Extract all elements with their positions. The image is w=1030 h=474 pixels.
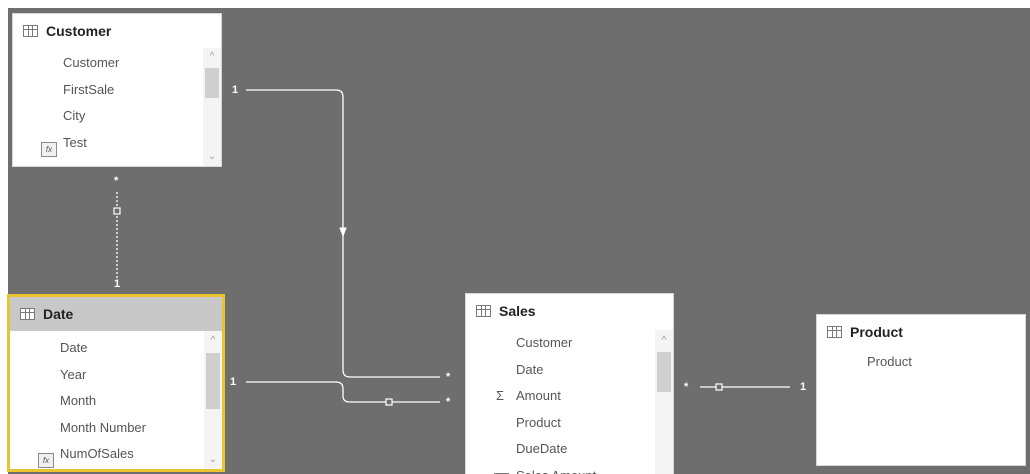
field-customer[interactable]: Customer xyxy=(466,330,655,357)
cardinality-many-label: * xyxy=(684,381,689,393)
field-amount[interactable]: Σ Amount xyxy=(466,383,655,410)
field-year[interactable]: Year xyxy=(10,362,204,389)
field-date[interactable]: Date xyxy=(466,357,655,384)
cardinality-many-label: * xyxy=(446,396,451,408)
measure-test[interactable]: fx Test xyxy=(13,130,203,157)
table-title: Customer xyxy=(46,23,112,39)
cardinality-many-label: * xyxy=(446,371,451,383)
table-header[interactable]: Date xyxy=(10,297,222,331)
field-city[interactable]: City xyxy=(13,103,203,130)
field-duedate[interactable]: DueDate xyxy=(466,436,655,463)
scrollbar-thumb[interactable] xyxy=(206,353,220,409)
table-scrollbar[interactable]: ^ ⌄ xyxy=(203,48,221,166)
cardinality-one-label: 1 xyxy=(114,278,121,290)
measure-icon: fx xyxy=(38,453,54,469)
scroll-up-icon[interactable]: ^ xyxy=(203,50,221,64)
table-card-product[interactable]: Product Product xyxy=(817,315,1025,465)
table-card-customer[interactable]: Customer Customer FirstSale City fx Test… xyxy=(13,14,221,166)
measure-icon: fx xyxy=(41,141,57,157)
scroll-up-icon[interactable]: ^ xyxy=(204,334,222,348)
cardinality-one-label: 1 xyxy=(800,381,807,393)
field-month[interactable]: Month xyxy=(10,388,204,415)
table-title: Product xyxy=(850,324,903,340)
table-header[interactable]: Customer xyxy=(13,14,221,48)
field-firstsale[interactable]: FirstSale xyxy=(13,77,203,104)
table-header[interactable]: Sales xyxy=(466,294,673,328)
cardinality-one-label: 1 xyxy=(232,84,239,96)
table-icon xyxy=(20,308,35,320)
table-card-date[interactable]: Date Date Year Month Month Number fx Num… xyxy=(10,297,222,469)
field-date[interactable]: Date xyxy=(10,335,204,362)
measure-numofsales[interactable]: fx NumOfSales xyxy=(10,441,204,469)
field-product[interactable]: Product xyxy=(817,349,1007,376)
field-product[interactable]: Product xyxy=(466,410,655,437)
scroll-down-icon[interactable]: ⌄ xyxy=(204,453,222,467)
table-card-sales[interactable]: Sales Customer Date Σ Amount Product Due… xyxy=(466,294,673,474)
table-title: Sales xyxy=(499,303,536,319)
sigma-icon: Σ xyxy=(496,388,505,403)
scroll-up-icon[interactable]: ^ xyxy=(655,334,673,348)
field-month-number[interactable]: Month Number xyxy=(10,415,204,442)
table-icon xyxy=(23,25,38,37)
cardinality-one-label: 1 xyxy=(230,376,237,388)
field-sales-amount[interactable]: Sales Amount xyxy=(466,463,655,474)
table-icon xyxy=(827,326,842,338)
table-title: Date xyxy=(43,306,74,322)
table-header[interactable]: Product xyxy=(817,315,1025,349)
table-icon xyxy=(476,305,491,317)
cardinality-many-label: * xyxy=(114,175,119,187)
field-customer[interactable]: Customer xyxy=(13,50,203,77)
field-partial xyxy=(13,156,203,166)
scrollbar-thumb[interactable] xyxy=(657,352,671,392)
scroll-down-icon[interactable]: ⌄ xyxy=(203,150,221,164)
scrollbar-thumb[interactable] xyxy=(205,68,219,98)
table-scrollbar[interactable]: ^ xyxy=(655,330,673,474)
table-scrollbar[interactable]: ^ ⌄ xyxy=(204,331,222,469)
